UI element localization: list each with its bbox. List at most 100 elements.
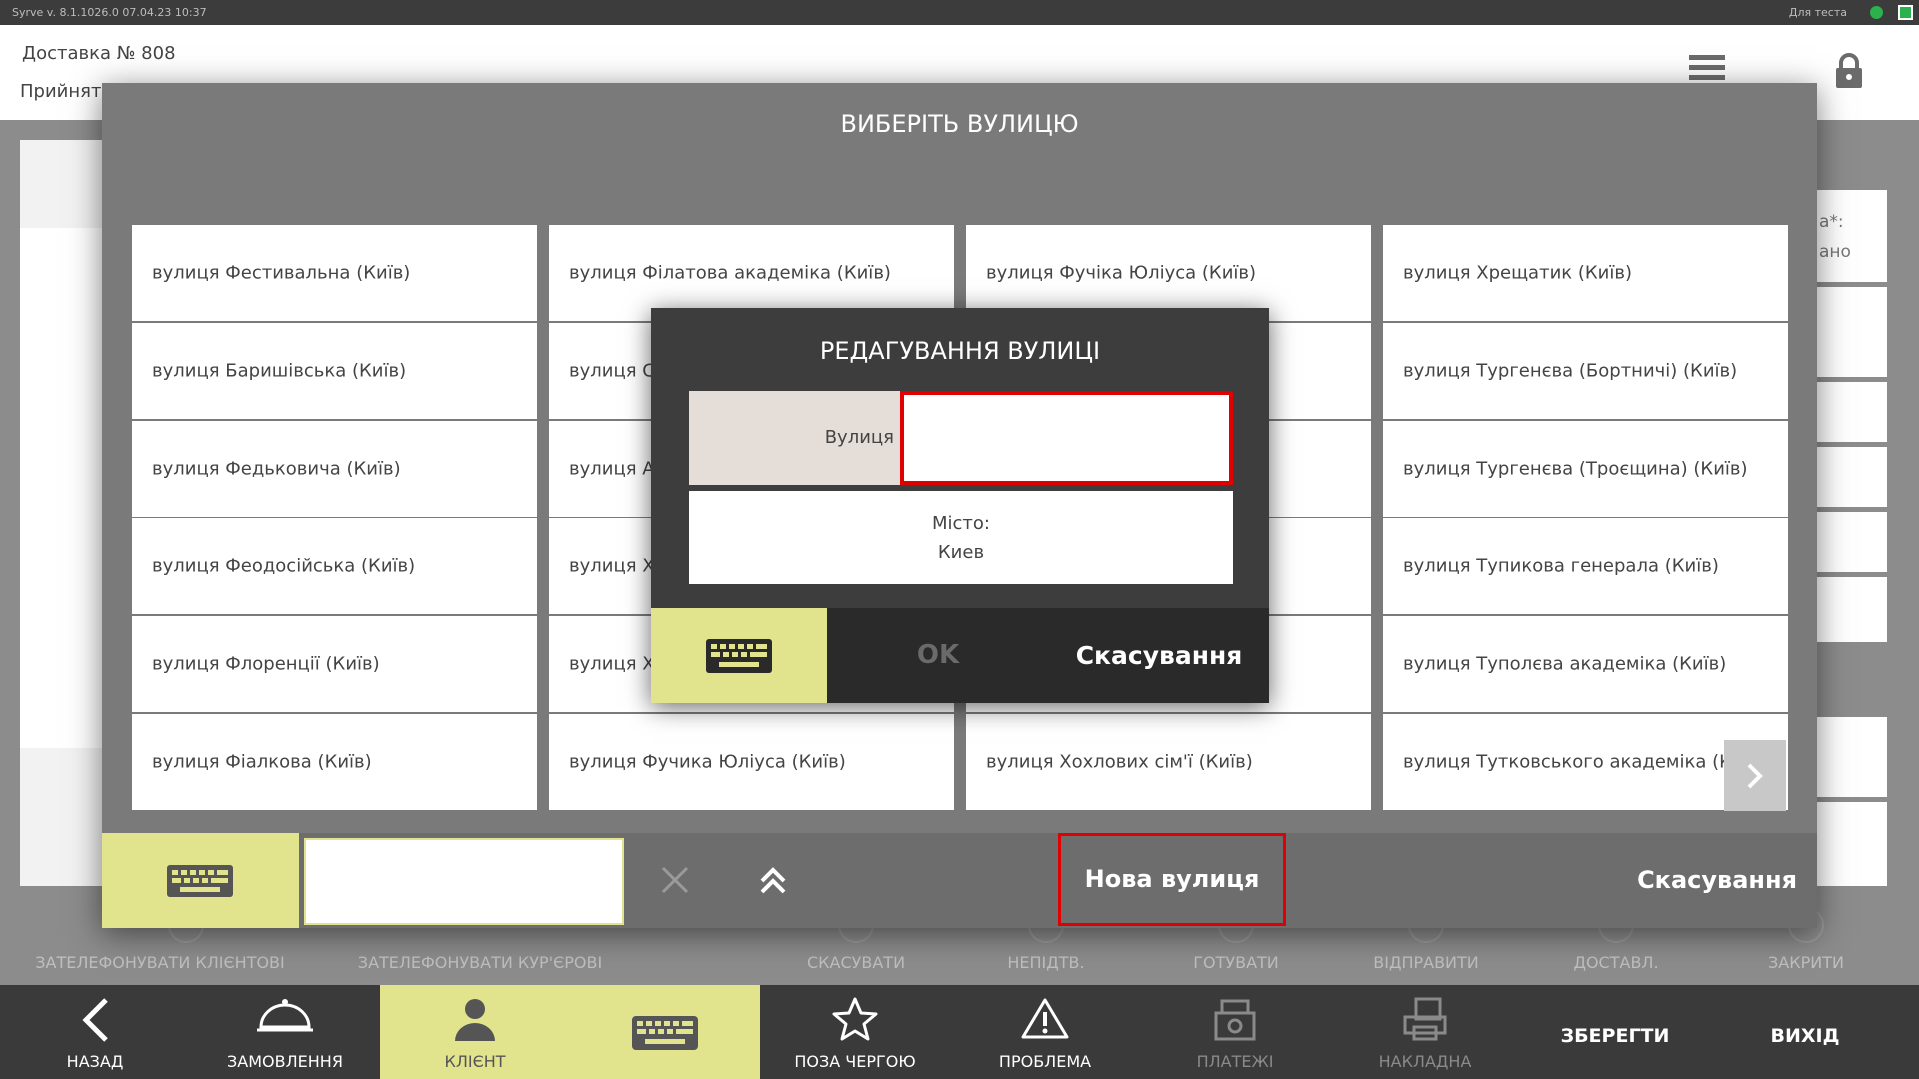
keyboard-button[interactable] bbox=[651, 608, 827, 703]
edit-street-dialog: РЕДАГУВАННЯ ВУЛИЦІ Вулиця Місто: Киев OK… bbox=[651, 308, 1269, 703]
action-close[interactable]: ЗАКРИТИ bbox=[1768, 953, 1844, 972]
nav-client[interactable]: КЛІЄНТ bbox=[380, 985, 570, 1079]
bg-panel bbox=[1815, 287, 1887, 377]
action-unconfirmed[interactable]: НЕПІДТВ. bbox=[1007, 953, 1084, 972]
person-icon bbox=[453, 997, 497, 1045]
double-chevron-up-icon[interactable] bbox=[758, 865, 788, 899]
action-call-courier[interactable]: ЗАТЕЛЕФОНУВАТИ КУР'ЄРОВІ bbox=[358, 953, 602, 972]
street-option[interactable]: вулиця Феодосійська (Київ) bbox=[132, 518, 537, 614]
nav-order[interactable]: ЗАМОВЛЕННЯ bbox=[190, 985, 380, 1079]
street-option-label: вулиця Флоренції (Київ) bbox=[152, 653, 380, 675]
street-option-label: вулиця Х bbox=[569, 555, 655, 577]
printer-icon bbox=[1402, 997, 1448, 1045]
action-delivered[interactable]: ДОСТАВЛ. bbox=[1573, 953, 1658, 972]
nav-invoice-label: НАКЛАДНА bbox=[1378, 1052, 1472, 1071]
street-field-label: Вулиця bbox=[824, 427, 894, 448]
nav-exit[interactable]: ВИХІД bbox=[1710, 985, 1900, 1079]
street-option-label: вулиця Тургенєва (Бортничі) (Київ) bbox=[1403, 360, 1738, 382]
star-icon bbox=[832, 997, 878, 1045]
keyboard-icon bbox=[167, 865, 233, 897]
street-field-row: Вулиця bbox=[689, 391, 1233, 485]
street-option-label: вулиця Філатова академіка (Київ) bbox=[569, 262, 891, 284]
action-call-client[interactable]: ЗАТЕЛЕФОНУВАТИ КЛІЄНТОВІ bbox=[35, 953, 285, 972]
nav-keyboard[interactable] bbox=[570, 985, 760, 1079]
status-indicator-icon bbox=[1870, 6, 1883, 19]
street-option[interactable]: вулиця Тургенєва (Бортничі) (Київ) bbox=[1383, 323, 1788, 419]
nav-back[interactable]: НАЗАД bbox=[0, 985, 190, 1079]
street-option-label: вулиця Феодосійська (Київ) bbox=[152, 555, 416, 577]
bg-panel bbox=[1815, 447, 1887, 507]
street-option-label: вулиця Тупикова генерала (Київ) bbox=[1403, 555, 1719, 577]
order-actions: ЗАТЕЛЕФОНУВАТИ КЛІЄНТОВІ ЗАТЕЛЕФОНУВАТИ … bbox=[0, 907, 1919, 985]
test-label: Для теста bbox=[1788, 6, 1847, 19]
nav-problem[interactable]: ПРОБЛЕМА bbox=[950, 985, 1140, 1079]
street-option-label: вулиця Фіалкова (Київ) bbox=[152, 751, 372, 773]
system-bar: Syrve v. 8.1.1026.0 07.04.23 10:37 Для т… bbox=[0, 0, 1919, 25]
keyboard-button[interactable] bbox=[102, 833, 299, 928]
action-cook[interactable]: ГОТУВАТИ bbox=[1193, 953, 1279, 972]
nav-back-label: НАЗАД bbox=[66, 1052, 124, 1071]
bg-panel: а*: ано bbox=[1815, 190, 1887, 282]
nav-client-label: КЛІЄНТ bbox=[444, 1052, 506, 1071]
street-option[interactable]: вулиця Туполєва академіка (Київ) bbox=[1383, 616, 1788, 712]
street-field-input[interactable] bbox=[900, 391, 1233, 485]
cloche-icon bbox=[255, 997, 315, 1041]
cancel-button[interactable]: Скасування bbox=[1637, 833, 1797, 928]
nav-order-label: ЗАМОВЛЕННЯ bbox=[227, 1052, 343, 1071]
street-option[interactable]: вулиця Хохлових сім'ї (Київ) bbox=[966, 714, 1371, 810]
warning-icon bbox=[1021, 997, 1069, 1043]
action-cancel[interactable]: СКАСУВАТИ bbox=[807, 953, 905, 972]
nav-payments[interactable]: ПЛАТЕЖІ bbox=[1140, 985, 1330, 1079]
nav-invoice[interactable]: НАКЛАДНА bbox=[1330, 985, 1520, 1079]
window-icon[interactable] bbox=[1898, 5, 1913, 20]
street-option-label: вулиця Х bbox=[569, 653, 655, 675]
new-street-button[interactable]: Нова вулиця bbox=[1058, 833, 1286, 926]
edit-dialog-toolbar: OK Скасування bbox=[651, 608, 1269, 703]
action-send[interactable]: ВІДПРАВИТИ bbox=[1373, 953, 1479, 972]
bg-panel bbox=[1815, 512, 1887, 572]
next-page-button[interactable] bbox=[1724, 740, 1786, 811]
nav-priority-label: ПОЗА ЧЕРГОЮ bbox=[794, 1052, 916, 1071]
street-option-label: вулиця Фучіка Юліуса (Київ) bbox=[986, 262, 1257, 284]
nav-problem-label: ПРОБЛЕМА bbox=[998, 1052, 1092, 1071]
street-option[interactable]: вулиця Фучика Юліуса (Київ) bbox=[549, 714, 954, 810]
nav-save-label: ЗБЕРЕГТИ bbox=[1560, 1025, 1670, 1047]
street-option[interactable]: вулиця Хрещатик (Київ) bbox=[1383, 225, 1788, 321]
street-option-label: вулиця Баришівська (Київ) bbox=[152, 360, 407, 382]
street-option[interactable]: вулиця Федьковича (Київ) bbox=[132, 421, 537, 517]
order-title: Доставка № 808 bbox=[22, 43, 176, 64]
back-arrow-icon bbox=[80, 997, 110, 1047]
cash-register-icon bbox=[1212, 997, 1258, 1045]
street-option[interactable]: вулиця Фіалкова (Київ) bbox=[132, 714, 537, 810]
street-option-label: вулиця Хохлових сім'ї (Київ) bbox=[986, 751, 1253, 773]
street-option[interactable]: вулиця Тупикова генерала (Київ) bbox=[1383, 518, 1788, 614]
street-option-label: вулиця Фучика Юліуса (Київ) bbox=[569, 751, 846, 773]
street-option-label: вулиця С bbox=[569, 360, 655, 382]
nav-save[interactable]: ЗБЕРЕГТИ bbox=[1520, 985, 1710, 1079]
street-option[interactable]: вулиця Флоренції (Київ) bbox=[132, 616, 537, 712]
ok-button[interactable]: OK bbox=[827, 608, 1049, 703]
nav-priority[interactable]: ПОЗА ЧЕРГОЮ bbox=[760, 985, 950, 1079]
version-text: Syrve v. 8.1.1026.0 07.04.23 10:37 bbox=[12, 6, 207, 19]
bg-label: а*: bbox=[1819, 212, 1844, 232]
street-option[interactable]: вулиця Філатова академіка (Київ) bbox=[549, 225, 954, 321]
street-option-label: вулиця Фестивальна (Київ) bbox=[152, 262, 411, 284]
bg-panel bbox=[1815, 717, 1887, 797]
city-field[interactable]: Місто: Киев bbox=[689, 491, 1233, 584]
menu-icon[interactable] bbox=[1689, 55, 1725, 81]
bg-panel bbox=[1815, 802, 1887, 886]
nav-payments-label: ПЛАТЕЖІ bbox=[1196, 1052, 1274, 1071]
street-search-input[interactable] bbox=[304, 838, 624, 925]
chevron-right-icon bbox=[1747, 763, 1763, 789]
street-option[interactable]: вулиця Баришівська (Київ) bbox=[132, 323, 537, 419]
street-option[interactable]: вулиця Тургенєва (Троєщина) (Київ) bbox=[1383, 421, 1788, 517]
nav-exit-label: ВИХІД bbox=[1770, 1025, 1840, 1047]
street-option-label: вулиця Хрещатик (Київ) bbox=[1403, 262, 1632, 284]
close-icon[interactable] bbox=[660, 865, 690, 899]
street-option[interactable]: вулиця Фучіка Юліуса (Київ) bbox=[966, 225, 1371, 321]
street-option-label: вулиця Тутковського академіка (Київ) bbox=[1403, 751, 1767, 773]
street-option-label: вулиця Федьковича (Київ) bbox=[152, 458, 401, 480]
cancel-button[interactable]: Скасування bbox=[1049, 608, 1269, 703]
street-option[interactable]: вулиця Фестивальна (Київ) bbox=[132, 225, 537, 321]
lock-icon[interactable] bbox=[1834, 53, 1864, 93]
